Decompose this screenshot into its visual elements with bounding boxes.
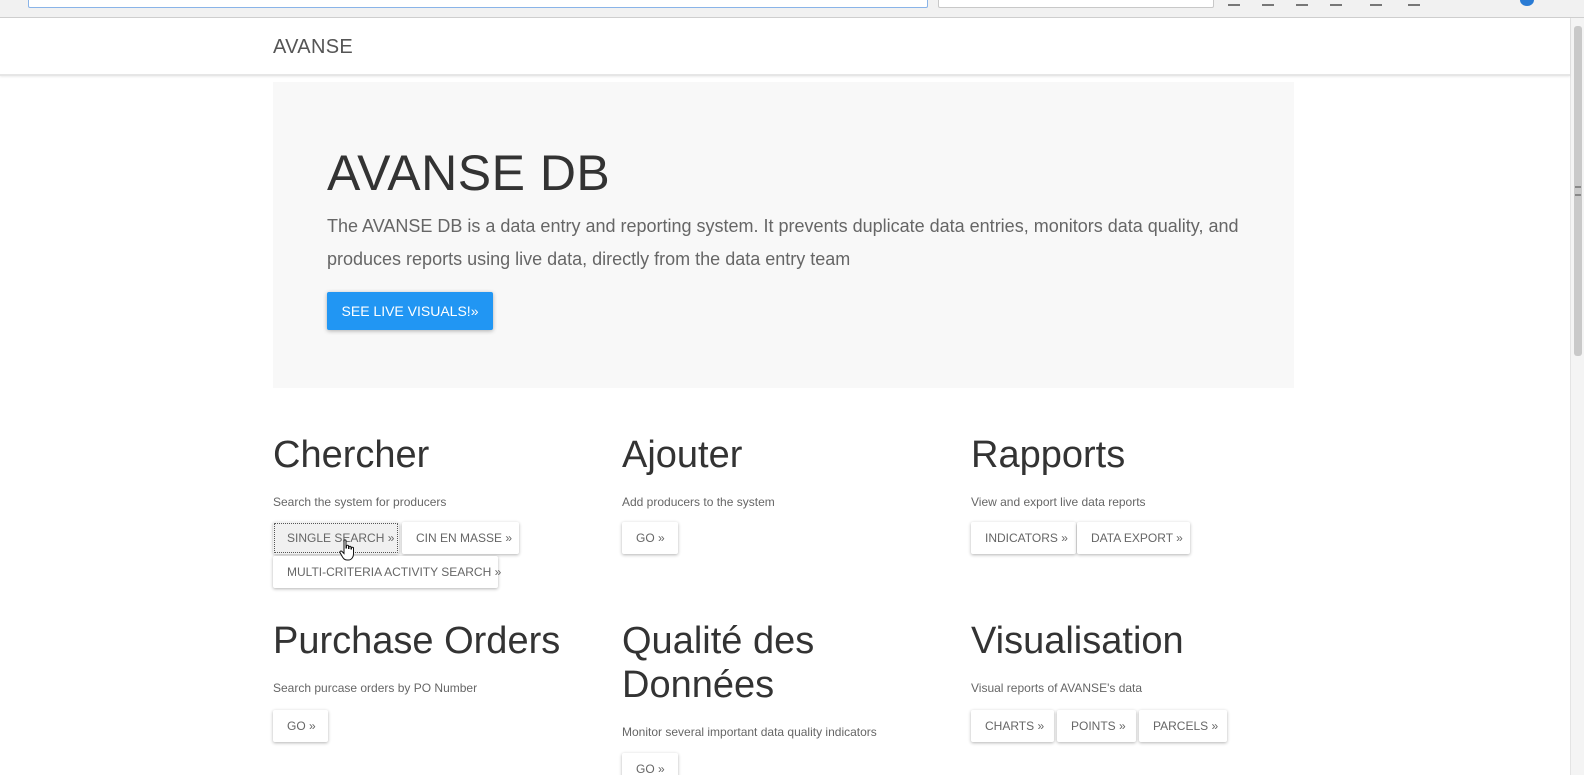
multi-criteria-activity-search-button[interactable]: MULTI-CRITERIA ACTIVITY SEARCH » [273,556,501,588]
purchase-orders-go-button[interactable]: GO » [273,710,328,742]
page-scrollbar[interactable] [1570,18,1584,775]
cin-en-masse-button[interactable]: CIN EN MASSE » [402,522,519,554]
section-description: Search purcase orders by PO Number [273,681,478,695]
jumbotron: AVANSE DB The AVANSE DB is a data entry … [273,82,1294,388]
page-title: AVANSE DB [327,145,611,201]
section-title: Qualité des Données [622,620,815,706]
section-visualisation: Visualisation Visual reports of AVANSE's… [971,619,1301,695]
section-purchase-orders: Purchase Orders Search purcase orders by… [273,619,603,695]
scrollbar-grip-icon [1575,186,1581,196]
section-qualite-des-donnees: Qualité des Données Monitor several impo… [622,619,922,739]
jumbotron-description: The AVANSE DB is a data entry and report… [327,216,1239,269]
section-title: Ajouter [622,434,743,476]
single-search-button[interactable]: SINGLE SEARCH » [273,522,399,554]
qualite-go-button[interactable]: GO » [622,753,678,775]
section-description: View and export live data reports [971,495,1146,509]
navbar: AVANSE [0,18,1570,76]
parcels-button[interactable]: PARCELS » [1139,710,1227,742]
screenshot-icon[interactable] [1330,0,1342,6]
download-icon[interactable] [1228,0,1240,6]
extension-icon[interactable] [1370,0,1382,6]
section-title: Visualisation [971,620,1184,662]
see-live-visuals-button[interactable]: SEE LIVE VISUALS!» [327,292,493,330]
hand-pointer-cursor-icon [339,539,354,561]
section-chercher: Chercher Search the system for producers [273,433,603,509]
section-title: Chercher [273,434,430,476]
section-title: Purchase Orders [273,620,561,662]
section-description: Search the system for producers [273,495,447,509]
section-description: Monitor several important data quality i… [622,725,877,739]
browser-toolbar [0,0,1584,18]
bookmark-icon[interactable] [1296,0,1308,6]
section-rapports: Rapports View and export live data repor… [971,433,1301,509]
menu-icon[interactable] [1408,0,1420,6]
browser-search-bar[interactable] [938,0,1214,8]
section-title: Rapports [971,434,1126,476]
points-button[interactable]: POINTS » [1057,710,1136,742]
data-export-button[interactable]: DATA EXPORT » [1077,522,1190,554]
indicators-button[interactable]: INDICATORS » [971,522,1076,554]
address-bar[interactable] [28,0,928,8]
section-description: Add producers to the system [622,495,775,509]
brand-link[interactable]: AVANSE [273,36,353,59]
ajouter-go-button[interactable]: GO » [622,522,678,554]
library-icon[interactable] [1262,0,1274,6]
charts-button[interactable]: CHARTS » [971,710,1054,742]
section-description: Visual reports of AVANSE's data [971,681,1143,695]
account-icon[interactable] [1520,0,1534,6]
section-ajouter: Ajouter Add producers to the system [622,433,952,509]
